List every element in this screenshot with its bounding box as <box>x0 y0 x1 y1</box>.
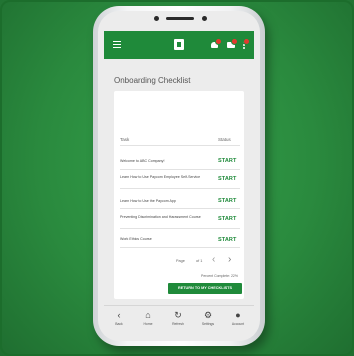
percent-complete: Percent Complete: 22% <box>201 274 238 278</box>
task-label: Welcome to ABC Company! <box>120 159 165 163</box>
return-to-checklists-button[interactable]: RETURN TO MY CHECKLISTS <box>168 283 242 294</box>
message-badge <box>231 38 238 45</box>
divider <box>120 188 240 189</box>
more-badge <box>243 38 250 45</box>
page-title: Onboarding Checklist <box>114 76 191 85</box>
notification-badge <box>215 38 222 45</box>
bell-icon[interactable] <box>211 38 222 49</box>
task-label: Learn How to Use the Paycom App <box>120 199 176 203</box>
tab-back[interactable]: ‹ Back <box>106 310 132 327</box>
phone-device: Onboarding Checklist Task Status Welcome… <box>93 6 265 346</box>
column-header-task: Task <box>120 137 130 142</box>
chevron-right-icon[interactable]: › <box>228 255 231 265</box>
tab-home[interactable]: ⌂ Home <box>135 310 161 327</box>
menu-icon[interactable] <box>113 41 121 48</box>
tab-refresh[interactable]: ↻ Refresh <box>165 310 191 327</box>
tab-label: Refresh <box>172 322 184 326</box>
back-icon: ‹ <box>117 310 121 320</box>
sensor-icon <box>202 16 207 21</box>
checklist-card: Task Status Welcome to ABC Company! STAR… <box>114 91 244 299</box>
task-label: Work Ethics Course <box>120 237 152 241</box>
task-label: Preventing Discrimination and Harassment… <box>120 215 201 219</box>
start-button[interactable]: START <box>218 158 236 164</box>
task-label: Learn How to Use Paycom Employee Self-Se… <box>120 175 201 179</box>
gear-icon: ⚙ <box>203 310 213 320</box>
divider <box>120 169 240 170</box>
camera-icon <box>154 16 159 21</box>
logo-icon[interactable] <box>174 39 184 50</box>
pager-of-label: of 1 <box>196 259 203 263</box>
chevron-left-icon[interactable]: ‹ <box>212 255 215 265</box>
pager-page-label: Page <box>176 259 185 263</box>
tab-label: Back <box>115 322 123 326</box>
app-screen: Onboarding Checklist Task Status Welcome… <box>104 31 254 336</box>
chat-icon[interactable] <box>227 38 238 49</box>
start-button[interactable]: START <box>218 198 236 204</box>
more-vert-icon[interactable] <box>243 38 250 49</box>
tab-settings[interactable]: ⚙ Settings <box>195 310 221 327</box>
tab-label: Account <box>231 322 245 326</box>
start-button[interactable]: START <box>218 176 236 182</box>
account-icon: ● <box>235 310 241 320</box>
start-button[interactable]: START <box>218 237 236 243</box>
refresh-icon: ↻ <box>174 310 182 320</box>
phone-bezel: Onboarding Checklist Task Status Welcome… <box>98 11 260 341</box>
home-icon: ⌂ <box>145 310 151 320</box>
divider <box>120 228 240 229</box>
bottom-tab-bar: ‹ Back ⌂ Home ↻ Refresh ⚙ Settings ● Acc… <box>104 305 254 336</box>
start-button[interactable]: START <box>218 216 236 222</box>
app-header <box>104 31 254 59</box>
tab-label: Home <box>143 322 153 326</box>
column-header-status: Status <box>218 137 231 142</box>
speaker-grille <box>166 17 194 20</box>
divider <box>120 208 240 209</box>
divider <box>120 145 240 146</box>
tab-label: Settings <box>201 322 215 326</box>
divider <box>120 247 240 248</box>
tab-account[interactable]: ● Account <box>225 310 251 327</box>
